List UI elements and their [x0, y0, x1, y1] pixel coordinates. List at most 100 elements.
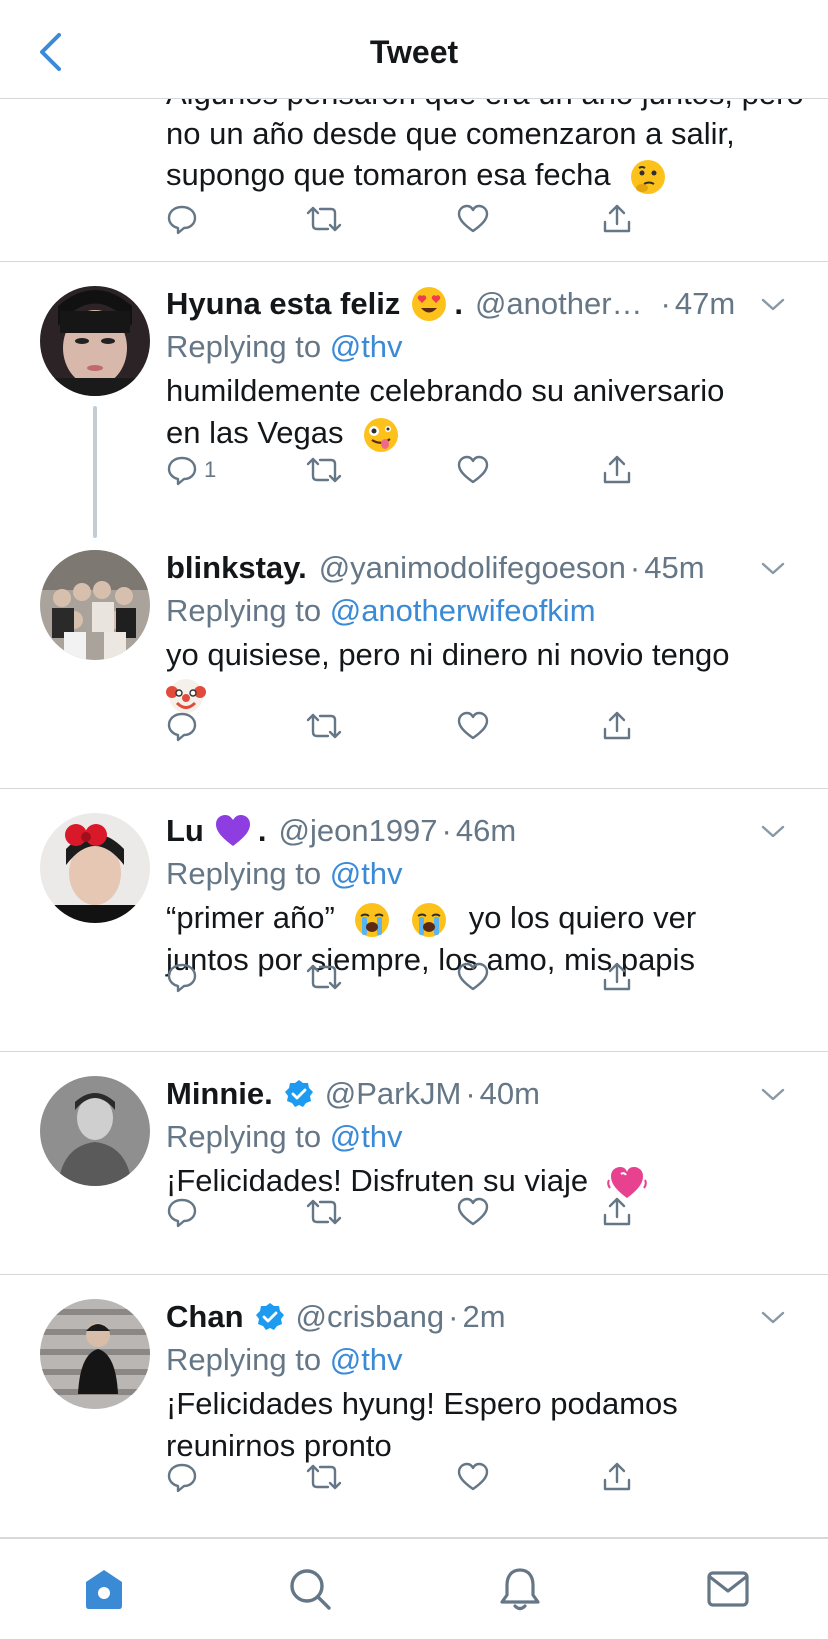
avatar[interactable]: [40, 1076, 150, 1186]
page-title: Tweet: [369, 34, 459, 70]
avatar-image: [40, 1076, 150, 1186]
separator-dot: ·: [441, 813, 452, 848]
like-button[interactable]: [456, 1455, 490, 1499]
reply-button[interactable]: 1: [166, 448, 216, 492]
messages-icon: [707, 1571, 749, 1607]
tweet-actions: [166, 1190, 666, 1234]
like-button[interactable]: [456, 448, 490, 492]
more-options-button[interactable]: [758, 817, 788, 847]
tweet-text-segment: “primer año”: [166, 900, 335, 935]
replying-to: Replying to @thv: [166, 1116, 403, 1158]
retweet-button[interactable]: [304, 448, 344, 492]
timestamp[interactable]: 45m: [644, 550, 704, 586]
retweet-button[interactable]: [304, 197, 344, 241]
more-options-button[interactable]: [758, 1303, 788, 1333]
reply-button[interactable]: [166, 1190, 198, 1234]
display-name[interactable]: Chan: [166, 1299, 244, 1335]
display-name[interactable]: blinkstay.: [166, 550, 307, 586]
tab-notifications[interactable]: [492, 1561, 548, 1617]
purple-heart-emoji-icon: [215, 815, 250, 846]
reply-button[interactable]: [166, 955, 198, 999]
user-handle[interactable]: @jeon1997: [279, 813, 438, 849]
user-handle[interactable]: @another…: [475, 286, 643, 322]
more-options-button[interactable]: [758, 290, 788, 320]
separator-dot: ·: [660, 286, 671, 321]
reply-button[interactable]: [166, 1455, 198, 1499]
tweet-actions: [166, 1455, 666, 1499]
retweet-button[interactable]: [304, 1190, 344, 1234]
display-name[interactable]: Lu: [166, 813, 204, 849]
avatar-image: [40, 550, 150, 660]
avatar[interactable]: [40, 286, 150, 396]
separator-dot: ·: [448, 1299, 459, 1334]
share-button[interactable]: [600, 197, 634, 241]
chevron-down-icon: [761, 1311, 785, 1324]
replying-to-mention[interactable]: @anotherwifeofkim: [330, 593, 596, 628]
tweet-text-line: en las Vegas: [166, 415, 344, 450]
display-name[interactable]: Minnie.: [166, 1076, 273, 1112]
tweet-header: Chan @crisbang · 2m: [166, 1295, 506, 1339]
tweet-header: Hyuna esta feliz . @another… · 47m: [166, 282, 735, 326]
tweet-text: humildemente celebrando su aniversario e…: [166, 370, 776, 454]
timestamp[interactable]: 2m: [462, 1299, 505, 1335]
tab-home[interactable]: [76, 1561, 132, 1617]
tweet-reply[interactable]: blinkstay. @yanimodolifegoeson · 45m Rep…: [0, 526, 828, 789]
replying-to-mention[interactable]: @thv: [330, 329, 403, 364]
replying-to-mention[interactable]: @thv: [330, 1119, 403, 1154]
separator-dot: ·: [629, 550, 641, 585]
avatar[interactable]: [40, 1299, 150, 1409]
like-button[interactable]: [456, 197, 490, 241]
retweet-button[interactable]: [304, 704, 344, 748]
user-handle[interactable]: @yanimodolifegoeson: [319, 550, 626, 586]
share-button[interactable]: [600, 1455, 634, 1499]
retweet-button[interactable]: [304, 955, 344, 999]
retweet-icon: [306, 206, 342, 232]
share-button[interactable]: [600, 448, 634, 492]
display-name[interactable]: Hyuna esta feliz: [166, 286, 400, 322]
like-button[interactable]: [456, 955, 490, 999]
tweet-reply[interactable]: Lu . @jeon1997 · 46m Replying to @thv “p…: [0, 789, 828, 1052]
tweet-reply[interactable]: Minnie. @ParkJM · 40m Replying to @thv ¡…: [0, 1052, 828, 1275]
tab-search[interactable]: [282, 1561, 338, 1617]
tweet-reply[interactable]: Chan @crisbang · 2m Replying to @thv ¡Fe…: [0, 1275, 828, 1538]
share-icon: [603, 962, 631, 991]
replying-to: Replying to @thv: [166, 326, 403, 368]
tweet-text: no un año desde que comenzaron a salir, …: [166, 113, 786, 196]
reply-count: 1: [204, 457, 217, 482]
notifications-icon: [500, 1568, 540, 1611]
avatar-image: [40, 286, 150, 396]
reply-icon: [167, 456, 197, 486]
partial-tweet[interactable]: Algunos pensaron que era un año juntos, …: [0, 99, 828, 262]
avatar[interactable]: [40, 813, 150, 923]
heart-icon: [457, 962, 489, 991]
reply-button[interactable]: [166, 704, 198, 748]
tweet-text-line-with-emoji: supongo que tomaron esa fecha: [166, 154, 786, 196]
like-button[interactable]: [456, 704, 490, 748]
share-button[interactable]: [600, 704, 634, 748]
timestamp[interactable]: 46m: [456, 813, 516, 849]
replying-to-mention[interactable]: @thv: [330, 856, 403, 891]
avatar-image: [40, 1299, 150, 1409]
share-button[interactable]: [600, 1190, 634, 1234]
tweet-text-line: ¡Felicidades hyung! Espero podamos: [166, 1386, 678, 1421]
more-options-button[interactable]: [758, 1080, 788, 1110]
tab-messages[interactable]: [700, 1561, 756, 1617]
home-icon: [86, 1570, 122, 1609]
reply-button[interactable]: [166, 197, 198, 241]
more-options-button[interactable]: [758, 554, 788, 584]
share-button[interactable]: [600, 955, 634, 999]
retweet-button[interactable]: [304, 1455, 344, 1499]
like-button[interactable]: [456, 1190, 490, 1234]
timestamp[interactable]: 47m: [675, 286, 735, 322]
chevron-down-icon: [761, 562, 785, 575]
user-handle[interactable]: @ParkJM: [325, 1076, 462, 1112]
timestamp[interactable]: 40m: [480, 1076, 540, 1112]
display-name-suffix: .: [454, 286, 463, 321]
user-handle[interactable]: @crisbang: [296, 1299, 445, 1335]
retweet-icon: [306, 457, 342, 483]
tweet-reply[interactable]: Hyuna esta feliz . @another… · 47m Reply…: [0, 262, 828, 538]
replying-to-mention[interactable]: @thv: [330, 1342, 403, 1377]
retweet-icon: [306, 1199, 342, 1225]
avatar[interactable]: [40, 550, 150, 660]
replying-to-label: Replying to: [166, 856, 330, 891]
